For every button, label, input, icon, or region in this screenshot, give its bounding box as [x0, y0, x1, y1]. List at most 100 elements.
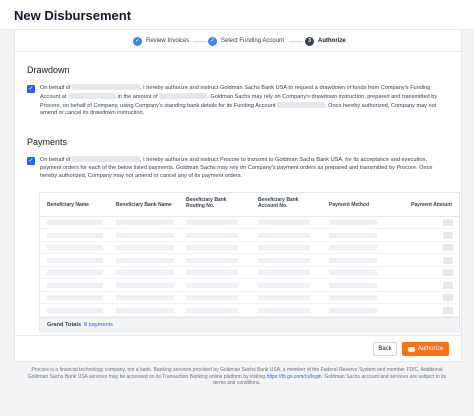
redacted-cell [47, 245, 103, 250]
transaction-banking-link[interactable]: https://tb.gs.com/cx/login [267, 374, 322, 380]
redacted-cell [258, 232, 310, 238]
redacted-cell [47, 282, 103, 288]
redacted-cell [329, 232, 377, 238]
check-icon: ✓ [28, 86, 34, 92]
action-bar: Back Authorize [15, 335, 461, 361]
column-header: Beneficiary Bank Name [116, 202, 172, 208]
redacted-cell [116, 245, 174, 250]
redacted-amount-cell [443, 219, 453, 226]
drawdown-text: On behalf of [40, 85, 71, 91]
table-row [40, 305, 459, 317]
payments-checkbox[interactable]: ✓ [27, 157, 35, 165]
redacted-cell [329, 270, 377, 275]
stepper: ✓ Review Invoices ✓ Select Funding Accou… [15, 30, 463, 52]
drawdown-checkbox[interactable]: ✓ [27, 85, 35, 93]
step-divider [289, 41, 303, 42]
column-header: Beneficiary Name [47, 202, 89, 208]
redacted-cell [329, 282, 377, 288]
table-row [40, 242, 459, 254]
redacted-cell [116, 270, 174, 275]
step-select-funding-account[interactable]: ✓ Select Funding Account [208, 35, 284, 47]
redacted-cell [258, 257, 310, 263]
redacted-cell [186, 270, 238, 275]
redacted-cell [47, 307, 103, 313]
redacted-amount-cell [443, 294, 453, 301]
payments-text: On behalf of [40, 157, 71, 163]
drawdown-authorization-text: On behalf of , I hereby authorize and in… [40, 84, 450, 118]
check-icon: ✓ [28, 158, 34, 164]
drawdown-text: Account at [40, 93, 67, 100]
redacted-cell [186, 232, 238, 238]
table-row [40, 217, 459, 229]
grand-totals-label: Grand Totals [47, 322, 82, 328]
redacted-cell [329, 220, 377, 225]
redacted-cell [258, 220, 310, 225]
redacted-account-number [276, 101, 325, 108]
check-icon: ✓ [208, 36, 217, 46]
payments-heading: Payments [27, 137, 68, 147]
redacted-amount-cell [443, 244, 453, 251]
column-header: Payment Amount [411, 202, 452, 208]
table-header: Beneficiary Name Beneficiary Bank Name B… [40, 193, 459, 217]
redacted-amount-cell [443, 281, 453, 289]
payments-text: payment orders for each of the below lis… [40, 164, 418, 171]
back-button[interactable]: Back [373, 342, 397, 356]
page-header: New Disbursement [0, 0, 474, 30]
authorize-button[interactable]: Authorize [402, 342, 449, 356]
redacted-cell [186, 245, 238, 250]
redacted-cell [329, 295, 377, 300]
drawdown-heading: Drawdown [27, 65, 70, 75]
step-label: Select Funding Account [221, 38, 285, 44]
column-header: Beneficiary Bank Account No. [258, 197, 299, 209]
step-label: Authorize [318, 38, 346, 44]
step-review-invoices[interactable]: ✓ Review Invoices [133, 35, 189, 47]
redacted-cell [186, 307, 238, 313]
redacted-cell [329, 245, 377, 250]
check-icon: ✓ [133, 36, 142, 46]
redacted-cell [186, 295, 238, 300]
redacted-cell [116, 257, 174, 263]
redacted-company-name [72, 156, 141, 162]
drawdown-text: in the amount of [117, 93, 158, 100]
payments-count: 8 payments [84, 322, 113, 328]
redacted-cell [258, 295, 310, 300]
step-number: 3 [305, 36, 314, 46]
redacted-cell [186, 257, 238, 263]
authorize-icon [407, 346, 415, 352]
column-header: Payment Method [329, 202, 370, 208]
redacted-cell [258, 245, 310, 250]
redacted-amount-cell [443, 231, 453, 239]
redacted-cell [186, 282, 238, 288]
drawdown-text: cancel its drawdown instruction. [65, 110, 145, 117]
disclaimer-text: Procore is a financial technology compan… [24, 367, 450, 387]
drawdown-text: , I hereby authorize and instruct Goldma… [140, 85, 431, 91]
step-authorize: 3 Authorize [305, 35, 346, 47]
redacted-amount [159, 92, 208, 99]
redacted-cell [258, 270, 310, 275]
authorize-button-label: Authorize [417, 346, 444, 352]
redacted-bank-name [68, 92, 116, 99]
table-row [40, 292, 459, 304]
redacted-amount-cell [443, 256, 453, 264]
redacted-company-name [72, 84, 141, 90]
redacted-amount-cell [443, 306, 453, 314]
redacted-cell [47, 257, 103, 263]
redacted-cell [116, 295, 174, 300]
redacted-cell [329, 307, 377, 313]
page-title: New Disbursement [14, 8, 132, 23]
step-label: Review Invoices [146, 38, 190, 44]
disbursement-card: ✓ Review Invoices ✓ Select Funding Accou… [14, 30, 463, 362]
table-row [40, 230, 459, 242]
redacted-cell [47, 295, 103, 300]
table-row [40, 280, 459, 292]
payments-text: , I hereby authorize and instruct Procor… [140, 157, 428, 163]
redacted-cell [329, 257, 377, 263]
redacted-cell [116, 232, 174, 238]
drawdown-text: . Goldman Sachs may rely on Company's dr… [207, 93, 430, 100]
redacted-cell [186, 220, 238, 225]
table-row [40, 255, 459, 267]
redacted-cell [116, 220, 174, 225]
redacted-cell [116, 282, 174, 288]
redacted-cell [258, 307, 310, 313]
table-row [40, 267, 459, 279]
